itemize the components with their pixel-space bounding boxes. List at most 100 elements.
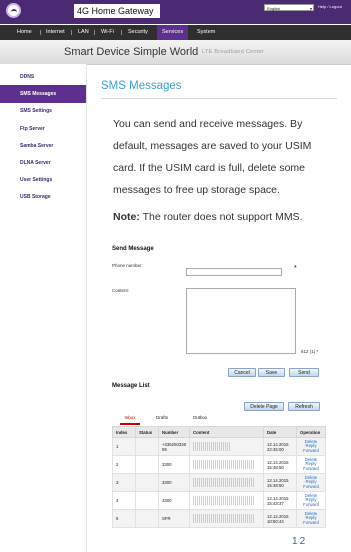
main-nav: Home Internet LAN Wi-Fi Security Service… (0, 25, 351, 40)
sidebar-item-usb-storage[interactable]: USB Storage (0, 188, 86, 206)
brand-title: 4G Home Gateway (74, 4, 160, 18)
row-date: 12.14.2015 22:45:00 (263, 437, 297, 456)
row-status (135, 455, 159, 474)
row-date: 12.14.2015 15:48:50 (263, 473, 297, 492)
forward-link[interactable]: Forward (300, 448, 322, 454)
nav-internet[interactable]: Internet (46, 25, 65, 40)
row-operations: Delete Reply Forward (296, 455, 326, 474)
redacted-content (193, 478, 256, 487)
row-index: 3 (112, 473, 136, 492)
redacted-content (193, 442, 232, 451)
sidebar-item-ddns[interactable]: DDNS (0, 68, 86, 86)
row-index: 5 (112, 509, 136, 528)
counter-required-mark: * (316, 349, 319, 354)
phone-number-label: Phone number: (112, 263, 143, 268)
sidebar-item-dlna-server[interactable]: DLNA Server (0, 154, 86, 172)
forward-link[interactable]: Forward (300, 484, 322, 490)
language-select[interactable]: English ▾ (264, 4, 314, 11)
redacted-content (193, 460, 256, 469)
col-content: Content (189, 426, 264, 438)
row-operations: Delete Reply Forward (296, 509, 326, 528)
col-operation: Operation (296, 426, 326, 438)
tab-inbox[interactable]: Inbox (120, 413, 140, 425)
row-number: +336250336 59 (157, 437, 191, 456)
nav-divider (40, 30, 41, 35)
nav-divider (94, 30, 95, 35)
top-bar: 4G Home Gateway English ▾ Help / Logout (0, 0, 351, 24)
phone-number-input[interactable] (186, 268, 282, 276)
note-text: Note: The router does not support MMS. (113, 211, 302, 223)
tagline-banner: Smart Device Simple World LTE Broadband … (0, 40, 351, 65)
table-row[interactable]: 4 3300 12.14.2015 15:43:37 Delete Reply Fo… (112, 491, 326, 510)
sidebar-item-samba-server[interactable]: Samba Server (0, 137, 86, 155)
title-divider (101, 98, 337, 99)
delete-page-button[interactable]: Delete Page (244, 402, 284, 411)
row-number: 3300 (157, 491, 191, 510)
tab-drafts[interactable]: Drafts (152, 413, 172, 423)
sidebar-item-sms-settings[interactable]: SMS Settings (0, 102, 86, 120)
row-content (189, 437, 264, 456)
row-status (135, 509, 159, 528)
nav-services[interactable]: Services (157, 25, 189, 40)
send-button[interactable]: Send (289, 368, 319, 377)
help-logout-links[interactable]: Help / Logout (318, 4, 342, 9)
row-date: 12.12.2015 10:50:44 (263, 509, 297, 528)
row-date: 12.14.2015 15:48:50 (263, 455, 297, 474)
table-row[interactable]: 1 +336250336 59 12.14.2015 22:45:00 Dele… (112, 437, 326, 456)
save-button[interactable]: Save (258, 368, 285, 377)
table-row[interactable]: 5 SFR 12.12.2015 10:50:44 Delete Reply For… (112, 509, 326, 528)
row-number: SFR (157, 509, 191, 528)
row-status (135, 491, 159, 510)
nav-system[interactable]: System (197, 25, 215, 40)
col-index: Index (112, 426, 136, 438)
nav-security[interactable]: Security (128, 25, 148, 40)
nav-wifi[interactable]: Wi-Fi (101, 25, 114, 40)
nav-divider (71, 30, 72, 35)
row-content (189, 455, 264, 474)
message-tabs: Inbox Drafts Outbox (112, 413, 326, 425)
forward-link[interactable]: Forward (300, 520, 322, 526)
col-date: Date (263, 426, 297, 438)
nav-divider (121, 30, 122, 35)
table-row[interactable]: 3 3300 12.14.2015 15:48:50 Delete Reply Fo… (112, 473, 326, 492)
redacted-content (193, 514, 256, 523)
row-content (189, 509, 264, 528)
row-content (189, 473, 264, 492)
content-label: Content: (112, 288, 130, 293)
refresh-button[interactable]: Refresh (288, 402, 320, 411)
row-operations: Delete Reply Forward (296, 491, 326, 510)
redacted-content (193, 496, 256, 505)
row-content (189, 491, 264, 510)
counter-value: 612 (1) (301, 349, 316, 354)
send-message-title: Send Message (112, 246, 154, 252)
tab-outbox[interactable]: Outbox (188, 413, 212, 423)
col-status: Status (135, 426, 159, 438)
row-index: 1 (112, 437, 136, 456)
row-number: 3300 (157, 455, 191, 474)
sidebar-item-ftp-server[interactable]: Ftp Server (0, 120, 86, 138)
cancel-button[interactable]: Cancel (228, 368, 256, 377)
table-row[interactable]: 2 3300 12.14.2015 15:48:50 Delete Reply Fo… (112, 455, 326, 474)
row-number: 3300 (157, 473, 191, 492)
content-textarea[interactable] (186, 288, 296, 354)
note-body: The router does not support MMS. (139, 211, 303, 223)
table-header-row: Index Status Number Content Date Operati… (112, 426, 326, 438)
message-list-title: Message List (112, 383, 150, 389)
pagination: 12 (292, 536, 307, 547)
sidebar-item-user-settings[interactable]: User Settings (0, 171, 86, 189)
tagline-main: Smart Device Simple World (64, 46, 199, 58)
forward-link[interactable]: Forward (300, 466, 322, 472)
nav-lan[interactable]: LAN (78, 25, 89, 40)
row-index: 4 (112, 491, 136, 510)
row-status (135, 437, 159, 456)
page-link-2[interactable]: 2 (300, 536, 306, 547)
forward-link[interactable]: Forward (300, 502, 322, 508)
language-select-value: English (267, 6, 281, 11)
page-link-1[interactable]: 1 (292, 536, 298, 547)
row-status (135, 473, 159, 492)
sidebar-item-sms-messages[interactable]: SMS Messages (0, 85, 86, 103)
nav-home[interactable]: Home (17, 25, 32, 40)
character-counter: 612 (1) * (301, 349, 318, 354)
sidebar: DDNS SMS Messages SMS Settings Ftp Serve… (0, 64, 87, 552)
page-title: SMS Messages (101, 80, 182, 92)
